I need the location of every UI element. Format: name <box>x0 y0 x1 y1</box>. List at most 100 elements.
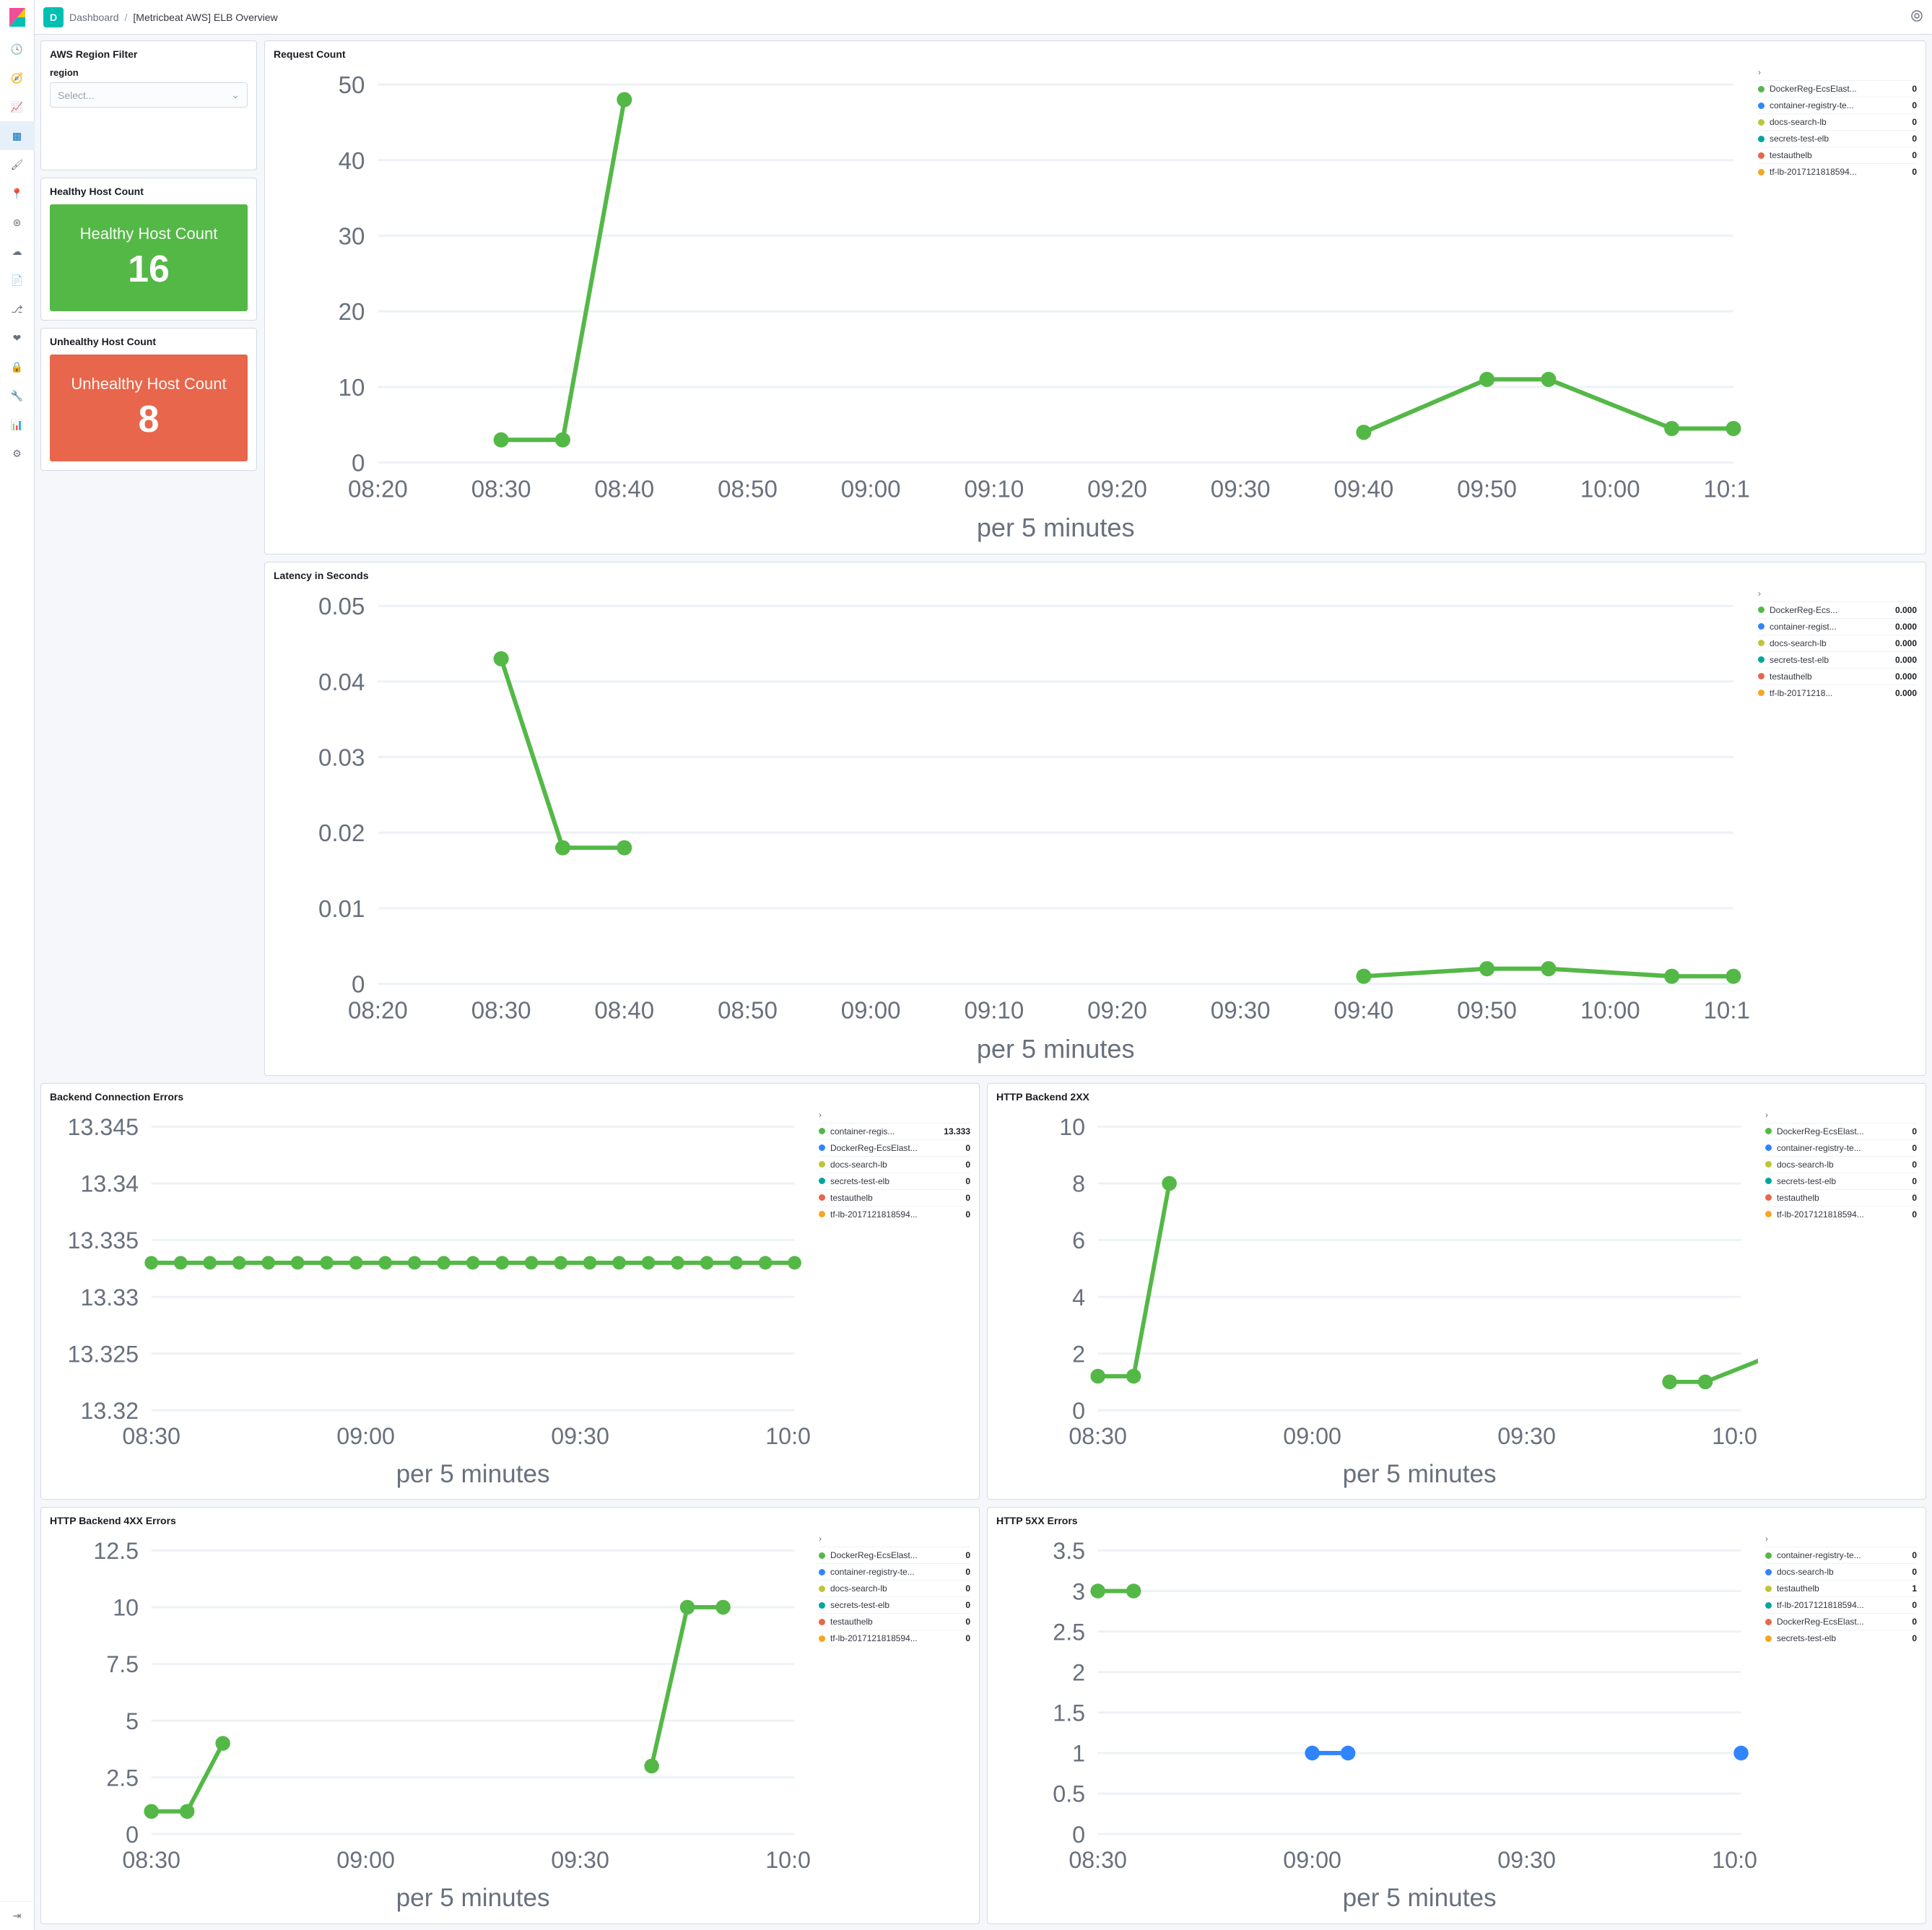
maps-icon[interactable]: 📍 <box>0 179 35 208</box>
legend-toggle-icon[interactable]: › <box>1765 1534 1768 1544</box>
panel-healthy-host: Healthy Host Count Healthy Host Count 16 <box>40 178 257 321</box>
legend-swatch <box>1765 1552 1772 1559</box>
breadcrumb-root[interactable]: Dashboard <box>69 12 119 23</box>
legend-label: docs-search-lb <box>1770 638 1889 648</box>
dashboard-icon[interactable]: ▦ <box>0 121 35 150</box>
legend-item[interactable]: docs-search-lb0 <box>1765 1563 1917 1580</box>
panel-title: HTTP 5XX Errors <box>996 1515 1917 1526</box>
svg-text:0.05: 0.05 <box>318 594 365 620</box>
svg-text:08:20: 08:20 <box>348 998 408 1025</box>
legend-item[interactable]: tf-lb-2017121818594...0 <box>819 1630 970 1646</box>
legend-item[interactable]: DockerReg-EcsElast...0 <box>819 1139 970 1156</box>
visualize-icon[interactable]: 📈 <box>0 92 35 121</box>
legend-swatch <box>1758 656 1765 663</box>
svg-text:40: 40 <box>339 148 365 175</box>
legend-item[interactable]: secrets-test-elb0.000 <box>1758 651 1917 668</box>
apm-icon[interactable]: ⎇ <box>0 295 35 323</box>
legend-item[interactable]: DockerReg-EcsElast...0 <box>1765 1123 1917 1139</box>
canvas-icon[interactable]: 🖌 <box>0 150 35 179</box>
svg-text:08:30: 08:30 <box>471 998 531 1025</box>
svg-text:09:30: 09:30 <box>1211 998 1271 1025</box>
legend-item[interactable]: docs-search-lb0.000 <box>1758 635 1917 651</box>
devtools-icon[interactable]: 🔧 <box>0 381 35 410</box>
legend-item[interactable]: container-registry-te...0 <box>1765 1139 1917 1156</box>
legend-label: DockerReg-EcsElast... <box>830 1550 960 1560</box>
svg-text:13.335: 13.335 <box>68 1227 139 1253</box>
legend-value: 0 <box>965 1160 970 1170</box>
legend-item[interactable]: tf-lb-20171218...0.000 <box>1758 684 1917 701</box>
chart-svg: 00.511.522.533.508:3009:0009:3010:00per … <box>996 1534 1758 1915</box>
legend-item[interactable]: container-registry-te...0 <box>1758 97 1917 113</box>
legend-label: tf-lb-20171218... <box>1770 688 1889 698</box>
legend-item[interactable]: testauthelb 0.000 <box>1758 668 1917 684</box>
legend-value: 0 <box>1912 150 1917 160</box>
legend-label: DockerReg-Ecs... <box>1770 605 1889 615</box>
legend-toggle-icon[interactable]: › <box>819 1534 822 1544</box>
legend-label: testauthelb <box>1777 1193 1906 1203</box>
legend-toggle-icon[interactable]: › <box>1765 1110 1768 1120</box>
svg-text:0: 0 <box>1072 1398 1085 1424</box>
legend-label: container-regis... <box>830 1126 938 1136</box>
legend-item[interactable]: testauthelb0 <box>819 1613 970 1630</box>
svg-text:13.325: 13.325 <box>68 1341 139 1367</box>
kibana-logo[interactable] <box>0 0 35 35</box>
legend-item[interactable]: DockerReg-EcsElast...0 <box>1758 80 1917 97</box>
legend-swatch <box>819 1194 825 1201</box>
svg-text:09:50: 09:50 <box>1457 477 1517 503</box>
legend-item[interactable]: container-regist...0.000 <box>1758 618 1917 635</box>
legend-item[interactable]: testauthelb0 <box>1765 1189 1917 1206</box>
legend-item[interactable]: tf-lb-2017121818594...0 <box>1765 1596 1917 1613</box>
uptime-icon[interactable]: ❤ <box>0 323 35 352</box>
legend-item[interactable]: container-registry-te...0 <box>1765 1547 1917 1563</box>
legend-label: testauthelb <box>1770 671 1889 682</box>
legend-item[interactable]: testauthelb0 <box>819 1189 970 1206</box>
legend-item[interactable]: docs-search-lb0 <box>1765 1156 1917 1173</box>
svg-text:09:20: 09:20 <box>1087 477 1147 503</box>
legend-item[interactable]: tf-lb-2017121818594...0 <box>1758 163 1917 180</box>
svg-text:08:30: 08:30 <box>1069 1423 1127 1449</box>
legend-item[interactable]: docs-search-lb0 <box>1758 113 1917 130</box>
discover-icon[interactable]: 🧭 <box>0 64 35 92</box>
legend-item[interactable]: secrets-test-elb0 <box>1765 1630 1917 1646</box>
legend-item[interactable]: docs-search-lb0 <box>819 1156 970 1173</box>
legend-item[interactable]: tf-lb-2017121818594...0 <box>1765 1206 1917 1222</box>
ml-icon[interactable]: ⊛ <box>0 208 35 237</box>
legend-item[interactable]: docs-search-lb0 <box>819 1580 970 1596</box>
legend-value: 0 <box>1912 1209 1917 1220</box>
legend-item[interactable]: testauthelb1 <box>1765 1580 1917 1596</box>
legend-label: secrets-test-elb <box>1777 1633 1906 1643</box>
legend-label: docs-search-lb <box>1777 1160 1906 1170</box>
legend-item[interactable]: secrets-test-elb0 <box>1758 130 1917 147</box>
monitoring-icon[interactable]: 📊 <box>0 410 35 439</box>
legend-toggle-icon[interactable]: › <box>1758 588 1761 599</box>
legend-item[interactable]: secrets-test-elb0 <box>819 1596 970 1613</box>
logs-icon[interactable]: 📄 <box>0 266 35 295</box>
legend-toggle-icon[interactable]: › <box>1758 67 1761 77</box>
legend-item[interactable]: DockerReg-Ecs...0.000 <box>1758 601 1917 618</box>
legend-label: DockerReg-EcsElast... <box>1777 1126 1906 1136</box>
fullscreen-icon[interactable] <box>1910 9 1923 25</box>
collapse-nav-icon[interactable]: ⇥ <box>0 1901 35 1930</box>
svg-text:10:10: 10:10 <box>1704 998 1751 1025</box>
legend-value: 0 <box>1912 1143 1917 1153</box>
legend-toggle-icon[interactable]: › <box>819 1110 822 1120</box>
svg-text:1: 1 <box>1072 1741 1085 1767</box>
legend-item[interactable]: secrets-test-elb0 <box>1765 1173 1917 1189</box>
legend-item[interactable]: container-registry-te...0 <box>819 1563 970 1580</box>
infrastructure-icon[interactable]: ☁ <box>0 237 35 266</box>
region-select[interactable]: Select... ⌄ <box>50 82 248 108</box>
legend-item[interactable]: DockerReg-EcsElast...0 <box>1765 1613 1917 1630</box>
siem-icon[interactable]: 🔒 <box>0 352 35 381</box>
legend-item[interactable]: DockerReg-EcsElast...0 <box>819 1547 970 1563</box>
legend-item[interactable]: testauthelb0 <box>1758 147 1917 163</box>
legend-item[interactable]: container-regis...13.333 <box>819 1123 970 1139</box>
legend-swatch <box>819 1552 825 1559</box>
legend-item[interactable]: tf-lb-2017121818594...0 <box>819 1206 970 1222</box>
legend-value: 0.000 <box>1895 671 1917 682</box>
legend-item[interactable]: secrets-test-elb0 <box>819 1173 970 1189</box>
app-badge[interactable]: D <box>43 7 64 27</box>
svg-text:0.5: 0.5 <box>1053 1781 1085 1807</box>
management-icon[interactable]: ⚙ <box>0 439 35 468</box>
recent-icon[interactable]: 🕓 <box>0 35 35 64</box>
svg-text:per 5 minutes: per 5 minutes <box>977 1034 1135 1064</box>
